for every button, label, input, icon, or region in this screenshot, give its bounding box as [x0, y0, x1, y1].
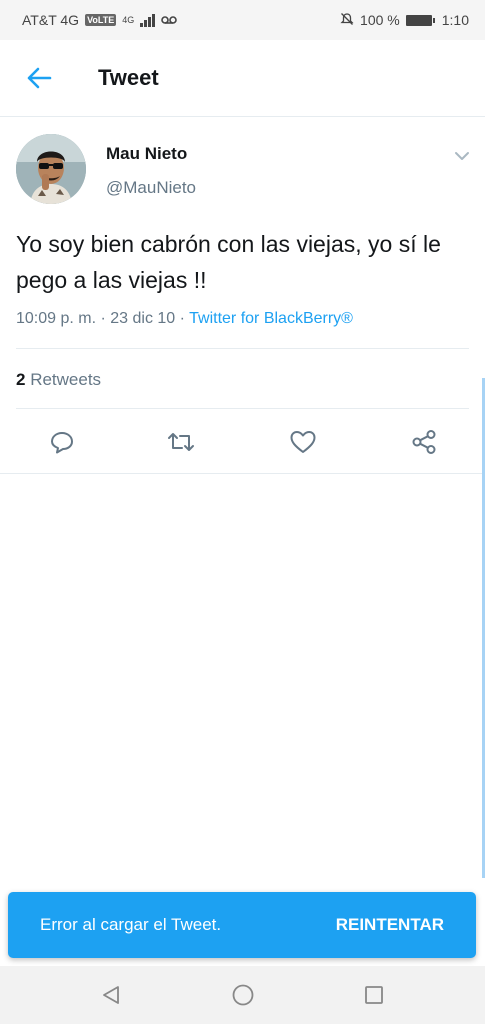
back-button[interactable] [22, 61, 56, 95]
carrier-label: AT&T 4G [22, 12, 80, 28]
tweet-actions [0, 422, 485, 462]
chevron-down-icon [455, 152, 469, 160]
author-name[interactable]: Mau Nieto [106, 144, 187, 164]
status-right: 100 % 1:10 [340, 12, 469, 29]
nav-recents-button[interactable] [354, 975, 394, 1015]
clock: 1:10 [441, 12, 469, 28]
page-title: Tweet [98, 65, 159, 90]
retweet-icon [168, 433, 194, 451]
reply-button[interactable] [42, 422, 82, 462]
retry-button[interactable]: REINTENTAR [336, 915, 444, 935]
tweet-text: Yo soy bien cabrón con las viejas, yo sí… [16, 231, 441, 293]
tweet-timestamp: 10:09 p. m. · 23 dic 10 · [16, 310, 190, 327]
tweet-menu-button[interactable] [450, 144, 474, 168]
system-nav-bar [0, 966, 485, 1024]
battery-percent: 100 % [360, 12, 400, 28]
network-label: 4G [122, 15, 135, 25]
circle-home-icon [232, 984, 253, 1006]
error-snackbar: Error al cargar el Tweet. REINTENTAR [8, 892, 476, 958]
status-bar: AT&T 4G VoLTE 4G 100 % 1:10 [0, 0, 485, 40]
status-left: AT&T 4G VoLTE 4G [22, 12, 177, 28]
share-icon [412, 430, 436, 454]
app-header: Tweet [0, 40, 485, 117]
share-button[interactable] [404, 422, 444, 462]
tweet-source-link[interactable]: Twitter for BlackBerry® [189, 310, 353, 327]
signal-icon [140, 13, 155, 27]
retweet-count-label: Retweets [25, 370, 102, 389]
like-icon [290, 431, 316, 453]
battery-icon [405, 14, 435, 26]
triangle-back-icon [103, 986, 120, 1004]
volte-badge: VoLTE [85, 14, 117, 26]
nav-home-button[interactable] [223, 975, 263, 1015]
retweet-count[interactable]: 2 Retweets [16, 370, 101, 390]
error-message: Error al cargar el Tweet. [40, 915, 222, 934]
mute-icon [340, 12, 354, 29]
voicemail-icon [160, 12, 177, 28]
divider [0, 473, 485, 474]
divider [16, 348, 469, 349]
retweet-button[interactable] [161, 422, 201, 462]
like-button[interactable] [283, 422, 323, 462]
nav-back-button[interactable] [91, 975, 131, 1015]
reply-icon [51, 432, 73, 454]
author-handle[interactable]: @MauNieto [106, 178, 196, 198]
tweet-meta: 10:09 p. m. · 23 dic 10 · Twitter for Bl… [16, 310, 353, 328]
divider [16, 408, 469, 409]
square-recents-icon [364, 986, 383, 1004]
arrow-left-icon [27, 67, 52, 89]
avatar[interactable] [16, 134, 86, 204]
